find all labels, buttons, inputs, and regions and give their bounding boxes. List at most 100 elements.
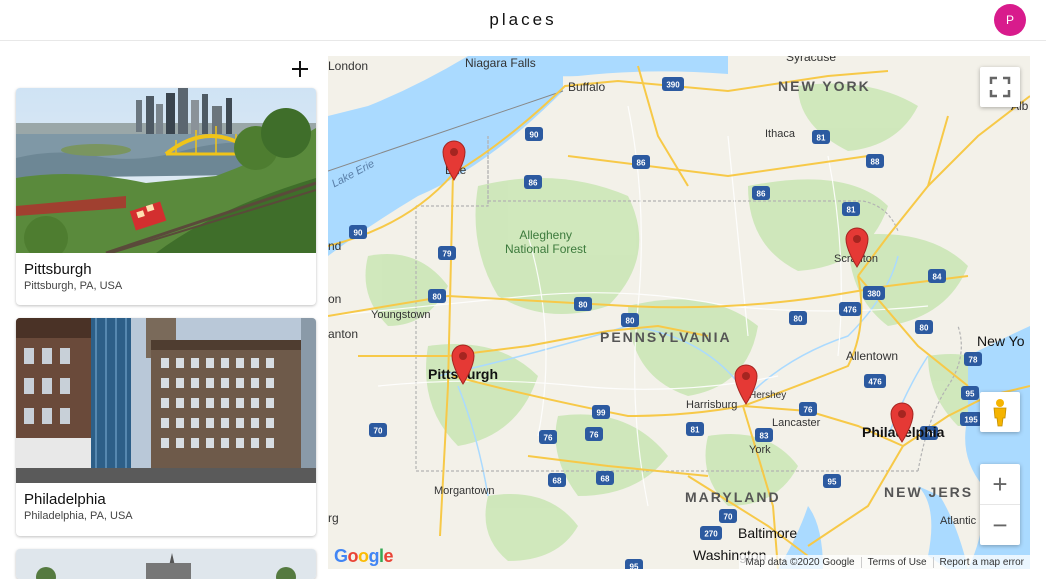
svg-text:90: 90	[354, 229, 363, 238]
map-marker-scranton[interactable]	[844, 226, 870, 268]
svg-text:79: 79	[443, 250, 452, 259]
highway-shield-86b: 86	[632, 155, 650, 174]
city-label-harrisburg: Harrisburg	[686, 399, 738, 411]
svg-text:76: 76	[590, 431, 599, 440]
highway-shield-476b: 476	[864, 374, 886, 393]
city-label-on: on	[328, 292, 342, 306]
city-label-new-york: New Yo	[977, 333, 1025, 349]
highway-shield-81: 81	[812, 130, 830, 149]
app-header: places P	[0, 0, 1046, 41]
svg-text:76: 76	[544, 434, 553, 443]
fullscreen-button[interactable]	[980, 67, 1020, 107]
map-view[interactable]: 90 86 86 90 390 86 81 88 81 79 80 80 80 …	[328, 56, 1030, 569]
svg-text:83: 83	[760, 432, 769, 441]
add-place-button[interactable]	[289, 58, 311, 80]
map-attribution: Map data ©2020 Google Terms of Use Repor…	[739, 555, 1030, 569]
highway-shield-99: 99	[592, 405, 610, 424]
svg-text:68: 68	[553, 477, 562, 486]
svg-text:84: 84	[933, 273, 942, 282]
place-photo	[16, 549, 316, 579]
street-view-pegman[interactable]	[980, 392, 1020, 432]
svg-text:95: 95	[966, 390, 975, 399]
svg-text:476: 476	[868, 378, 882, 387]
highway-shield-80b: 80	[574, 297, 592, 316]
highway-shield-86: 86	[524, 175, 542, 194]
highway-shield-70b: 70	[719, 509, 737, 528]
svg-text:95: 95	[828, 478, 837, 487]
highway-shield-88: 88	[866, 154, 884, 173]
place-address: Philadelphia, PA, USA	[24, 510, 133, 522]
highway-shield-390: 390	[662, 77, 684, 96]
state-label-new-jersey: NEW JERS	[884, 484, 974, 500]
city-label-ithaca: Ithaca	[765, 128, 795, 140]
highway-shield-270: 270	[700, 526, 722, 545]
state-label-new-york: NEW YORK	[778, 78, 871, 94]
pittsburgh-photo	[16, 88, 316, 253]
svg-text:380: 380	[867, 290, 881, 299]
svg-text:86: 86	[757, 190, 766, 199]
map-marker-harrisburg[interactable]	[733, 363, 759, 405]
map-data-attribution: Map data ©2020 Google	[745, 556, 855, 568]
zoom-in-button[interactable]: +	[980, 464, 1020, 505]
highway-shield-78: 78	[964, 352, 982, 371]
report-map-error-link[interactable]: Report a map error	[932, 556, 1030, 568]
svg-text:81: 81	[847, 206, 856, 215]
city-label-baltimore: Baltimore	[738, 525, 798, 541]
highway-shield-81c: 81	[686, 422, 704, 441]
map-marker-philadelphia[interactable]	[889, 401, 915, 443]
city-label-morgantown: Morgantown	[434, 485, 495, 497]
state-label-maryland: MARYLAND	[685, 489, 781, 505]
svg-text:80: 80	[433, 293, 442, 302]
forest-label-line1: Allegheny	[519, 228, 573, 242]
highway-shield-95c: 95	[625, 559, 643, 569]
svg-text:88: 88	[871, 158, 880, 167]
city-label-canton: anton	[328, 327, 359, 341]
forest-label-line2: National Forest	[505, 242, 587, 256]
svg-text:81: 81	[691, 426, 700, 435]
highway-shield-68b: 68	[596, 471, 614, 490]
svg-text:80: 80	[626, 317, 635, 326]
city-label-youngstown: Youngstown	[371, 309, 431, 321]
city-label-buffalo: Buffalo	[568, 80, 606, 94]
highway-shield-86c: 86	[752, 186, 770, 205]
city-label-allentown: Allentown	[846, 349, 899, 363]
pegman-icon	[993, 399, 1007, 427]
highway-shield-79: 79	[438, 246, 456, 265]
highway-shield-95: 95	[823, 474, 841, 493]
highway-shield-80e: 80	[915, 320, 933, 339]
place-card-partial[interactable]	[16, 549, 316, 579]
svg-text:99: 99	[597, 409, 606, 418]
svg-text:390: 390	[666, 81, 680, 90]
zoom-out-button[interactable]: −	[980, 505, 1020, 545]
place-address: Pittsburgh, PA, USA	[24, 280, 123, 292]
fullscreen-icon	[989, 76, 1011, 98]
highway-shield-90b: 90	[349, 225, 367, 244]
google-logo[interactable]: Google	[334, 546, 394, 567]
highway-shield-380: 380	[863, 286, 885, 305]
svg-text:80: 80	[794, 315, 803, 324]
city-label-lancaster: Lancaster	[772, 417, 821, 429]
highway-shield-95b: 95	[961, 386, 979, 405]
place-card-philadelphia[interactable]: Philadelphia Philadelphia, PA, USA	[16, 318, 316, 536]
highway-shield-195: 195	[960, 412, 982, 431]
highway-shield-90: 90	[525, 127, 543, 146]
city-label-syracuse: Syracuse	[786, 56, 837, 64]
place-card-pittsburgh[interactable]: Pittsburgh Pittsburgh, PA, USA	[16, 88, 316, 305]
highway-shield-68: 68	[548, 473, 566, 492]
map-marker-pittsburgh[interactable]	[450, 343, 476, 385]
highway-shield-76b: 76	[585, 427, 603, 446]
svg-text:195: 195	[964, 416, 978, 425]
svg-text:90: 90	[530, 131, 539, 140]
forest-label: Allegheny National Forest	[505, 228, 586, 256]
map-marker-erie[interactable]	[441, 139, 467, 181]
user-avatar[interactable]: P	[994, 4, 1026, 36]
place-name: Philadelphia	[24, 491, 106, 508]
app-title: places	[489, 10, 557, 29]
place-name: Pittsburgh	[24, 261, 92, 278]
philadelphia-photo	[16, 318, 316, 483]
svg-text:270: 270	[704, 530, 718, 539]
terms-of-use-link[interactable]: Terms of Use	[860, 556, 933, 568]
highway-shield-81b: 81	[842, 202, 860, 221]
svg-text:86: 86	[529, 179, 538, 188]
highway-shield-76: 76	[539, 430, 557, 449]
